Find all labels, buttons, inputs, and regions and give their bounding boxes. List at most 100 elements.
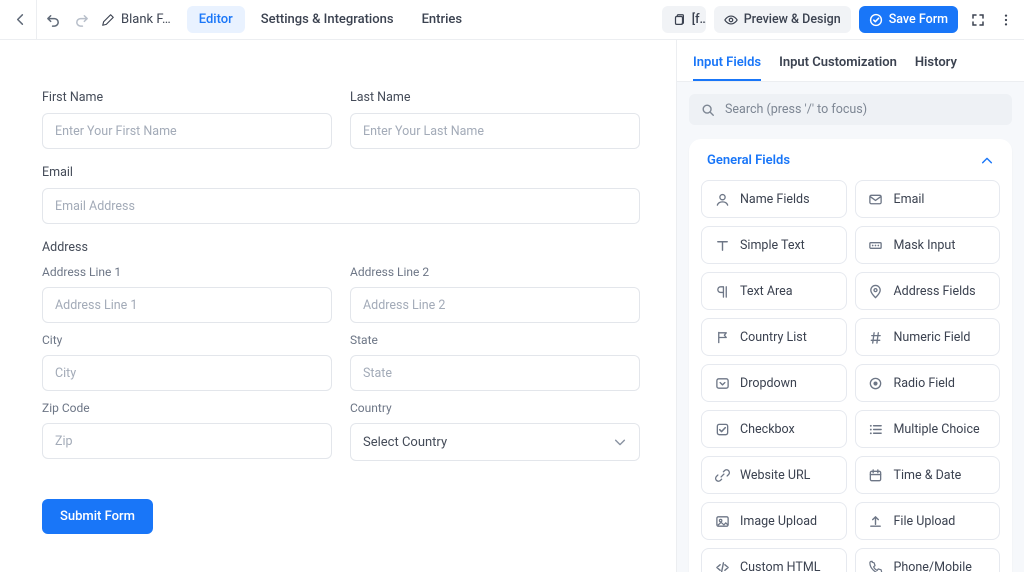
general-fields-group: General Fields Name Fields Email Simple Te… <box>689 139 1012 572</box>
first-name-label: First Name <box>42 90 332 105</box>
addr2-label: Address Line 2 <box>350 265 640 279</box>
topbar-actions: [f… Preview & Design Save Form <box>662 6 1018 33</box>
undo-button[interactable] <box>39 6 67 34</box>
email-label: Email <box>42 165 640 180</box>
submit-button[interactable]: Submit Form <box>42 499 153 534</box>
pencil-icon <box>101 13 115 27</box>
preview-button[interactable]: Preview & Design <box>714 6 851 33</box>
field-type-label: Address Fields <box>894 284 976 299</box>
list-icon <box>868 421 884 437</box>
chevron-down-icon <box>613 435 627 449</box>
mail-icon <box>868 191 884 207</box>
address-section-label: Address <box>42 240 640 255</box>
mask-icon <box>868 237 884 253</box>
form-name[interactable]: Blank F… <box>101 12 171 27</box>
zip-input[interactable]: Zip <box>42 423 332 459</box>
phone-icon <box>868 559 884 572</box>
field-search-input[interactable]: Search (press '/' to focus) <box>689 94 1012 125</box>
first-name-input[interactable]: Enter Your First Name <box>42 113 332 149</box>
tab-history[interactable]: History <box>915 55 957 81</box>
field-type-label: Radio Field <box>894 376 956 391</box>
shortcode-button[interactable]: [f… <box>662 6 706 33</box>
form-canvas[interactable]: First Name Enter Your First Name Last Na… <box>0 40 676 572</box>
state-input[interactable]: State <box>350 355 640 391</box>
field-type-multiple-choice[interactable]: Multiple Choice <box>855 410 1001 448</box>
city-input[interactable]: City <box>42 355 332 391</box>
tab-input-customization[interactable]: Input Customization <box>779 55 897 81</box>
submit-button-label: Submit Form <box>60 509 135 524</box>
field-type-label: Name Fields <box>740 192 810 207</box>
field-type-label: Numeric Field <box>894 330 971 345</box>
country-selected: Select Country <box>363 435 447 450</box>
form-name-text: Blank F… <box>121 12 171 27</box>
field-type-numeric-field[interactable]: Numeric Field <box>855 318 1001 356</box>
save-label: Save Form <box>889 12 948 27</box>
field-type-website-url[interactable]: Website URL <box>701 456 847 494</box>
field-type-label: Multiple Choice <box>894 422 980 437</box>
country-select[interactable]: Select Country <box>350 423 640 461</box>
field-type-mask-input[interactable]: Mask Input <box>855 226 1001 264</box>
fullscreen-button[interactable] <box>966 12 990 28</box>
addr1-label: Address Line 1 <box>42 265 332 279</box>
hash-icon <box>868 329 884 345</box>
field-type-address-fields[interactable]: Address Fields <box>855 272 1001 310</box>
check-circle-icon <box>869 13 883 27</box>
city-label: City <box>42 333 332 347</box>
field-type-checkbox[interactable]: Checkbox <box>701 410 847 448</box>
tab-input-fields[interactable]: Input Fields <box>693 55 761 81</box>
field-type-label: Country List <box>740 330 807 345</box>
field-type-image-upload[interactable]: Image Upload <box>701 502 847 540</box>
email-input[interactable]: Email Address <box>42 188 640 224</box>
topbar: Blank F… Editor Settings & Integrations … <box>0 0 1024 40</box>
country-label: Country <box>350 401 640 415</box>
tab-settings[interactable]: Settings & Integrations <box>249 6 406 33</box>
field-grid: Name Fields Email Simple Text Mask Input Tex… <box>701 180 1000 572</box>
addr2-input[interactable]: Address Line 2 <box>350 287 640 323</box>
shortcode-label: [f… <box>692 12 706 27</box>
field-type-label: Checkbox <box>740 422 795 437</box>
more-menu-button[interactable] <box>998 13 1014 27</box>
tab-entries[interactable]: Entries <box>410 6 474 33</box>
link-icon <box>714 467 730 483</box>
side-panel: Input Fields Input Customization History… <box>676 40 1024 572</box>
field-type-custom-html[interactable]: Custom HTML <box>701 548 847 572</box>
upload-icon <box>868 513 884 529</box>
field-type-email[interactable]: Email <box>855 180 1001 218</box>
field-type-label: Dropdown <box>740 376 797 391</box>
field-type-label: Image Upload <box>740 514 817 529</box>
tab-editor[interactable]: Editor <box>187 6 245 33</box>
back-button[interactable] <box>6 6 34 34</box>
redo-button[interactable] <box>67 6 95 34</box>
flag-icon <box>714 329 730 345</box>
field-type-label: Simple Text <box>740 238 805 253</box>
field-type-text-area[interactable]: Text Area <box>701 272 847 310</box>
divider <box>36 0 37 40</box>
state-label: State <box>350 333 640 347</box>
field-type-label: Website URL <box>740 468 810 483</box>
field-type-radio-field[interactable]: Radio Field <box>855 364 1001 402</box>
field-type-time-date[interactable]: Time & Date <box>855 456 1001 494</box>
field-type-label: Custom HTML <box>740 560 820 572</box>
side-tabs: Input Fields Input Customization History <box>677 40 1024 82</box>
search-icon <box>701 103 715 117</box>
field-type-label: Phone/Mobile <box>894 560 972 572</box>
field-type-label: Time & Date <box>894 468 962 483</box>
field-type-name-fields[interactable]: Name Fields <box>701 180 847 218</box>
field-type-file-upload[interactable]: File Upload <box>855 502 1001 540</box>
pin-icon <box>868 283 884 299</box>
field-type-dropdown[interactable]: Dropdown <box>701 364 847 402</box>
eye-icon <box>724 13 738 27</box>
last-name-label: Last Name <box>350 90 640 105</box>
group-title: General Fields <box>707 153 790 168</box>
field-type-simple-text[interactable]: Simple Text <box>701 226 847 264</box>
last-name-input[interactable]: Enter Your Last Name <box>350 113 640 149</box>
field-type-phone-mobile[interactable]: Phone/Mobile <box>855 548 1001 572</box>
field-type-label: Text Area <box>740 284 793 299</box>
collapse-icon[interactable] <box>980 154 994 168</box>
name-fields-row: First Name Enter Your First Name Last Na… <box>42 90 640 149</box>
main-nav: Editor Settings & Integrations Entries <box>187 6 474 33</box>
save-button[interactable]: Save Form <box>859 6 958 33</box>
addr1-input[interactable]: Address Line 1 <box>42 287 332 323</box>
text-icon <box>714 237 730 253</box>
field-type-country-list[interactable]: Country List <box>701 318 847 356</box>
